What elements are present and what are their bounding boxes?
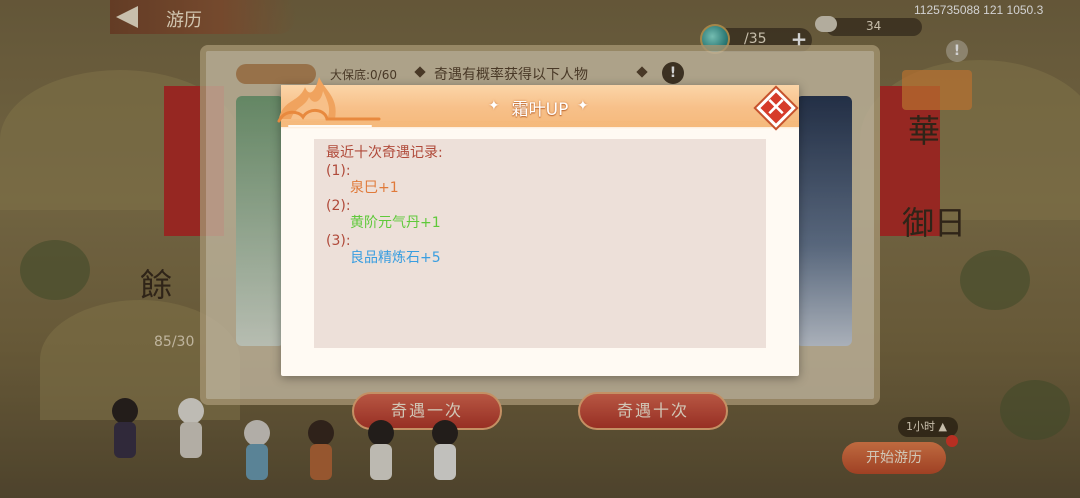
record-list-panel: 最近十次奇遇记录: (1): 泉巳+1 (2): 黄阶元气丹+1 (3): 良品… bbox=[314, 139, 766, 348]
record-index: (1): bbox=[326, 162, 351, 179]
record-log: 最近十次奇遇记录: (1): 泉巳+1 (2): 黄阶元气丹+1 (3): 良品… bbox=[326, 145, 443, 268]
close-button[interactable]: ✕ bbox=[756, 88, 796, 128]
dialog-title: 霜叶UP bbox=[511, 100, 569, 120]
record-log-title: 最近十次奇遇记录: bbox=[326, 145, 443, 161]
record-index: (2): bbox=[326, 197, 351, 214]
sparkle-right-icon: ✦ bbox=[577, 98, 589, 114]
record-item: 黄阶元气丹+1 bbox=[350, 215, 441, 231]
record-item: 良品精炼石+5 bbox=[350, 250, 441, 266]
record-item: 泉巳+1 bbox=[350, 180, 399, 196]
close-icon: ✕ bbox=[765, 93, 787, 123]
encounter-record-dialog: ✦ 霜叶UP ✦ ✕ 最近十次奇遇记录: (1): 泉巳+1 (2): 黄阶元气… bbox=[277, 77, 799, 376]
record-index: (3): bbox=[326, 232, 351, 249]
